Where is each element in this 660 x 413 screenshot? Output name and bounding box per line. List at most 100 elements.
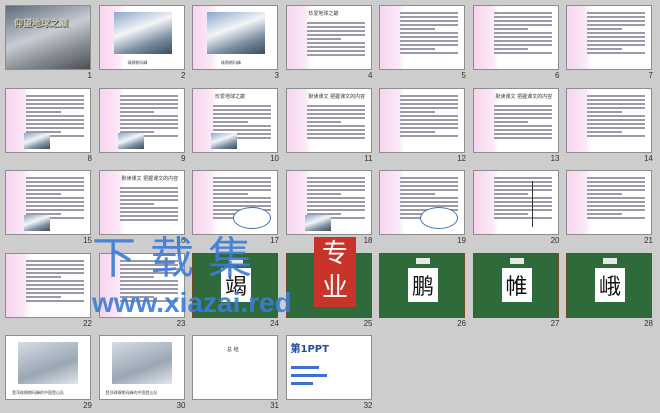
- slide-thumbnail[interactable]: 第1PPT 32: [285, 335, 380, 413]
- slide-thumbnail[interactable]: 20: [472, 170, 567, 248]
- slide-preview: [566, 170, 652, 235]
- slide-preview: [5, 170, 91, 235]
- slide-number: 5: [461, 71, 466, 80]
- slide-thumbnail[interactable]: 珠穆朗玛峰 2: [98, 5, 193, 83]
- slide-thumbnail[interactable]: 总 结 31: [192, 335, 286, 413]
- slide-heading: 珍爱地球之巅: [215, 93, 246, 100]
- watermark-url: www.xiazai.red: [92, 287, 292, 318]
- slide-preview: [379, 170, 465, 235]
- board-clip: [603, 257, 617, 264]
- slide-thumbnail[interactable]: 14: [566, 87, 660, 166]
- photo-caption: 登顶珠穆朗玛峰的中国登山队: [105, 390, 158, 395]
- slide-text-lines: [587, 175, 645, 221]
- slide-number: 13: [550, 153, 560, 163]
- slide-number: 18: [363, 236, 373, 245]
- photo-caption: 珠穆朗玛峰: [221, 60, 241, 65]
- watermark-seal: 专业: [314, 237, 356, 307]
- slide-text-lines: [306, 103, 365, 141]
- photo-caption: 登顶珠穆朗玛峰的中国登山队: [12, 390, 64, 395]
- mountain-photo: [117, 132, 144, 149]
- slide-preview: 峨: [566, 252, 652, 318]
- slide-number: 22: [83, 318, 92, 328]
- slide-text-lines: [119, 185, 178, 223]
- slide-thumbnail[interactable]: 鹏 26: [379, 252, 473, 331]
- slide-number: 10: [270, 153, 279, 163]
- slide-number: 31: [270, 401, 279, 410]
- slide-number: 11: [364, 153, 373, 163]
- character-card: 鹏: [408, 267, 438, 302]
- slide-text-lines: [400, 10, 458, 56]
- speech-bubble: [420, 207, 458, 229]
- slide-number: 4: [368, 71, 373, 80]
- slide-text-lines: [26, 258, 84, 304]
- slide-text-lines: [587, 10, 645, 56]
- watermark-text: 下载集: [92, 233, 266, 284]
- slide-heading: 默读课文 把握课文的内容: [495, 93, 553, 100]
- logo-bar: [290, 382, 313, 385]
- slide-heading: 默读课文 把握课文的内容: [121, 176, 179, 182]
- mountain-photo: [24, 215, 50, 231]
- slide-preview: 珠穆朗玛峰: [192, 5, 278, 70]
- slide-preview: 第1PPT: [285, 335, 372, 400]
- slide-number: 25: [363, 318, 373, 328]
- slide-text-lines: [306, 20, 365, 58]
- slide-heading: 珍爱地球之巅: [308, 11, 339, 17]
- slide-thumbnail[interactable]: 登顶珠穆朗玛峰的中国登山队 29: [5, 335, 99, 413]
- slide-number: 29: [83, 401, 92, 410]
- mountain-photo: [207, 12, 265, 54]
- slide-text-lines: [493, 10, 552, 56]
- slide-number: 17: [270, 236, 279, 245]
- slide-preview: [472, 5, 559, 70]
- slide-number: 28: [644, 318, 653, 328]
- slide-preview: [472, 170, 559, 235]
- character-card: 帷: [501, 267, 532, 302]
- slide-number: 7: [648, 71, 653, 80]
- slide-thumbnail[interactable]: 5: [379, 5, 473, 83]
- slide-thumbnail[interactable]: 8: [5, 87, 99, 166]
- slide-thumbnail[interactable]: 默读课文 把握课文的内容 11: [285, 87, 380, 166]
- slide-thumbnail[interactable]: 珠穆朗玛峰 3: [192, 5, 286, 83]
- slide-number: 23: [176, 318, 186, 328]
- slide-thumbnail[interactable]: 19: [379, 170, 473, 248]
- slide-text-lines: [400, 93, 458, 139]
- slide-thumbnail[interactable]: 登顶珠穆朗玛峰的中国登山队 30: [98, 335, 193, 413]
- slide-preview: 珍爱地球之巅: [192, 87, 278, 153]
- slide-number: 1: [87, 71, 92, 80]
- slide-heading: 默读课文 把握课文的内容: [308, 93, 366, 100]
- slide-thumbnail[interactable]: 7: [566, 5, 660, 83]
- slide-number: 19: [457, 236, 466, 245]
- slide-thumbnail[interactable]: 22: [5, 252, 99, 331]
- slide-preview: [285, 170, 372, 235]
- slide-thumbnail[interactable]: 21: [566, 170, 660, 248]
- slide-preview: 珍爱地球之巅: [285, 5, 372, 70]
- slide-preview: [566, 87, 652, 153]
- slide-preview: [379, 87, 465, 153]
- slide-number: 12: [457, 153, 466, 163]
- slide-number: 30: [176, 401, 186, 410]
- slide-number: 6: [555, 71, 560, 80]
- mountain-photo: [113, 12, 172, 54]
- slide-thumbnail[interactable]: 帷 27: [472, 252, 567, 331]
- slide-preview: 鹏: [379, 252, 465, 318]
- mountain-photo: [304, 215, 331, 231]
- slide-number: 21: [644, 236, 653, 245]
- ppt-logo: 第1PPT: [290, 344, 329, 355]
- slide-thumbnail[interactable]: 6: [472, 5, 567, 83]
- slide-thumbnail[interactable]: 珍爱地球之巅 4: [285, 5, 380, 83]
- slide-preview: 仰望地球之巅: [5, 5, 91, 70]
- mountain-photo: [211, 132, 237, 149]
- slide-preview: 帷: [472, 252, 559, 318]
- slide-preview: 珠穆朗玛峰: [98, 5, 185, 70]
- slide-thumbnail[interactable]: 仰望地球之巅 1: [5, 5, 99, 83]
- slide-thumbnail[interactable]: 珍爱地球之巅 10: [192, 87, 286, 166]
- mountain-photo: [24, 132, 50, 149]
- board-clip: [509, 257, 524, 264]
- slide-thumbnail[interactable]: 15: [5, 170, 99, 248]
- slide-thumbnail[interactable]: 峨 28: [566, 252, 660, 331]
- slide-preview: 默读课文 把握课文的内容: [472, 87, 559, 153]
- logo-bar: [290, 366, 319, 369]
- slide-thumbnail[interactable]: 默读课文 把握课文的内容 13: [472, 87, 567, 166]
- slide-thumbnail[interactable]: 12: [379, 87, 473, 166]
- character-card: 峨: [595, 267, 625, 302]
- slide-thumbnail[interactable]: 9: [98, 87, 193, 166]
